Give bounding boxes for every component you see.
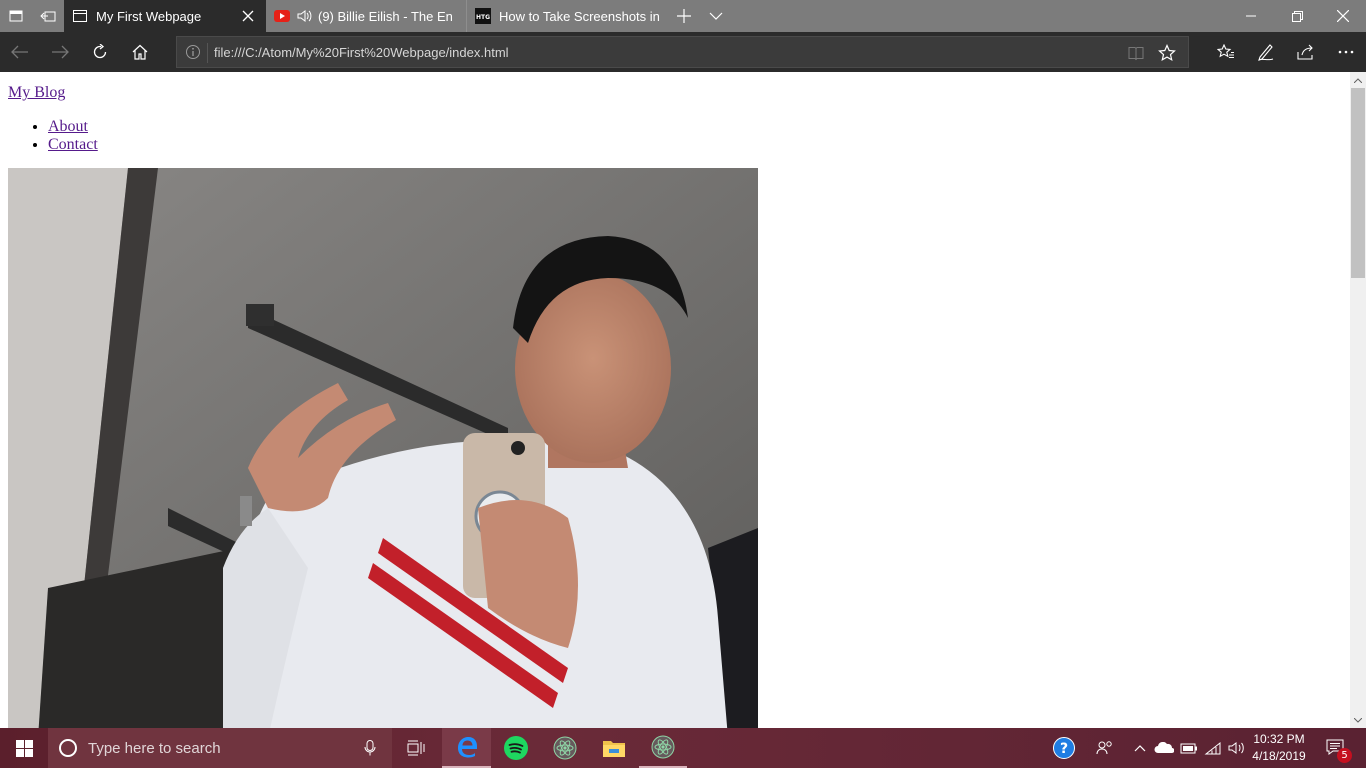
address-divider bbox=[207, 43, 208, 63]
site-info-icon[interactable] bbox=[185, 44, 201, 60]
page-icon bbox=[72, 8, 88, 24]
search-placeholder: Type here to search bbox=[88, 740, 221, 757]
start-button[interactable] bbox=[0, 728, 48, 768]
favorites-hub-icon[interactable] bbox=[1206, 32, 1246, 72]
back-icon[interactable] bbox=[0, 32, 40, 72]
home-icon[interactable] bbox=[120, 32, 160, 72]
share-icon[interactable] bbox=[1286, 32, 1326, 72]
clock-time: 10:32 PM bbox=[1253, 732, 1305, 746]
tab-title: How to Take Screenshots in bbox=[499, 8, 660, 24]
onedrive-icon[interactable] bbox=[1152, 728, 1176, 768]
task-view-icon[interactable] bbox=[392, 728, 440, 768]
refresh-icon[interactable] bbox=[80, 32, 120, 72]
more-options-icon[interactable] bbox=[1326, 32, 1366, 72]
add-favorite-star-icon[interactable] bbox=[1158, 44, 1176, 62]
htg-icon: HTG bbox=[475, 8, 491, 24]
tab-my-first-webpage[interactable]: My First Webpage bbox=[64, 0, 266, 32]
clock-date: 4/18/2019 bbox=[1252, 749, 1306, 763]
forward-icon[interactable] bbox=[40, 32, 80, 72]
tab-title: (9) Billie Eilish - The End bbox=[318, 8, 452, 24]
reading-view-icon[interactable] bbox=[1128, 45, 1144, 61]
nav-list: About Contact bbox=[48, 118, 1342, 154]
set-aside-tabs-icon[interactable] bbox=[0, 0, 32, 32]
windows-logo-icon bbox=[15, 739, 33, 757]
tab-screenshots-howto[interactable]: HTG How to Take Screenshots in bbox=[466, 0, 666, 32]
tab-title: My First Webpage bbox=[96, 8, 202, 24]
navigation-bar: file:///C:/Atom/My%20First%20Webpage/ind… bbox=[0, 32, 1366, 72]
tab-billie-eilish[interactable]: (9) Billie Eilish - The End bbox=[266, 0, 466, 32]
notification-badge: 5 bbox=[1337, 748, 1352, 763]
list-item: About bbox=[48, 118, 1342, 136]
audio-playing-icon[interactable] bbox=[296, 8, 312, 24]
battery-icon[interactable] bbox=[1177, 728, 1201, 768]
atom-running-icon[interactable] bbox=[639, 728, 687, 768]
file-explorer-icon[interactable] bbox=[590, 728, 638, 768]
new-tab-icon[interactable] bbox=[668, 0, 700, 32]
tab-preview-chevron-icon[interactable] bbox=[700, 0, 732, 32]
scroll-down-icon[interactable] bbox=[1350, 712, 1366, 728]
close-tab-icon[interactable] bbox=[240, 8, 256, 24]
scrollbar-thumb[interactable] bbox=[1351, 88, 1365, 278]
scroll-up-icon[interactable] bbox=[1350, 72, 1366, 88]
minimize-icon[interactable] bbox=[1228, 0, 1274, 32]
web-note-pen-icon[interactable] bbox=[1246, 32, 1286, 72]
svg-text:?: ? bbox=[1060, 741, 1068, 757]
action-center-icon[interactable]: 5 bbox=[1318, 728, 1354, 768]
volume-icon[interactable] bbox=[1225, 728, 1249, 768]
svg-text:HTG: HTG bbox=[476, 14, 490, 21]
show-set-aside-tabs-icon[interactable] bbox=[32, 0, 64, 32]
url-text[interactable]: file:///C:/Atom/My%20First%20Webpage/ind… bbox=[214, 45, 509, 60]
taskbar-search-box[interactable]: Type here to search bbox=[48, 728, 392, 768]
vertical-scrollbar[interactable] bbox=[1350, 72, 1366, 728]
youtube-icon bbox=[274, 8, 290, 24]
blog-home-link[interactable]: My Blog bbox=[8, 82, 1342, 104]
clock[interactable]: 10:32 PM 4/18/2019 bbox=[1248, 731, 1310, 765]
address-bar[interactable]: file:///C:/Atom/My%20First%20Webpage/ind… bbox=[176, 36, 1189, 68]
selfie-photo bbox=[8, 168, 758, 728]
atom-icon[interactable] bbox=[541, 728, 589, 768]
spotify-icon[interactable] bbox=[492, 728, 540, 768]
page-viewport: My Blog About Contact bbox=[0, 72, 1350, 728]
people-icon[interactable] bbox=[1090, 728, 1120, 768]
show-hidden-icons-chevron-icon[interactable] bbox=[1130, 728, 1150, 768]
tab-strip: My First Webpage (9) Billie Eilish - The… bbox=[0, 0, 1366, 32]
microphone-icon[interactable] bbox=[364, 740, 376, 759]
cortana-icon bbox=[58, 738, 78, 761]
edge-taskbar-icon[interactable] bbox=[442, 728, 491, 768]
web-page: My Blog About Contact bbox=[0, 72, 1350, 728]
wifi-icon[interactable] bbox=[1201, 728, 1225, 768]
close-window-icon[interactable] bbox=[1320, 0, 1366, 32]
help-icon[interactable]: ? bbox=[1048, 728, 1080, 768]
windows-taskbar: Type here to search ? 10:32 PM 4/18/2019… bbox=[0, 728, 1366, 768]
restore-icon[interactable] bbox=[1274, 0, 1320, 32]
about-link[interactable]: About bbox=[48, 118, 88, 135]
list-item: Contact bbox=[48, 136, 1342, 154]
contact-link[interactable]: Contact bbox=[48, 136, 98, 153]
